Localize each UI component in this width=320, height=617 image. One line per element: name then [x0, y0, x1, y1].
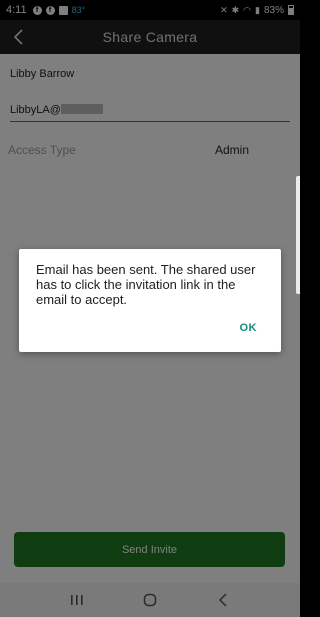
edge-panel-handle[interactable] — [296, 176, 300, 294]
ok-button[interactable]: OK — [240, 322, 258, 334]
dialog-message: Email has been sent. The shared user has… — [36, 262, 256, 307]
alert-dialog: Email has been sent. The shared user has… — [19, 249, 281, 352]
